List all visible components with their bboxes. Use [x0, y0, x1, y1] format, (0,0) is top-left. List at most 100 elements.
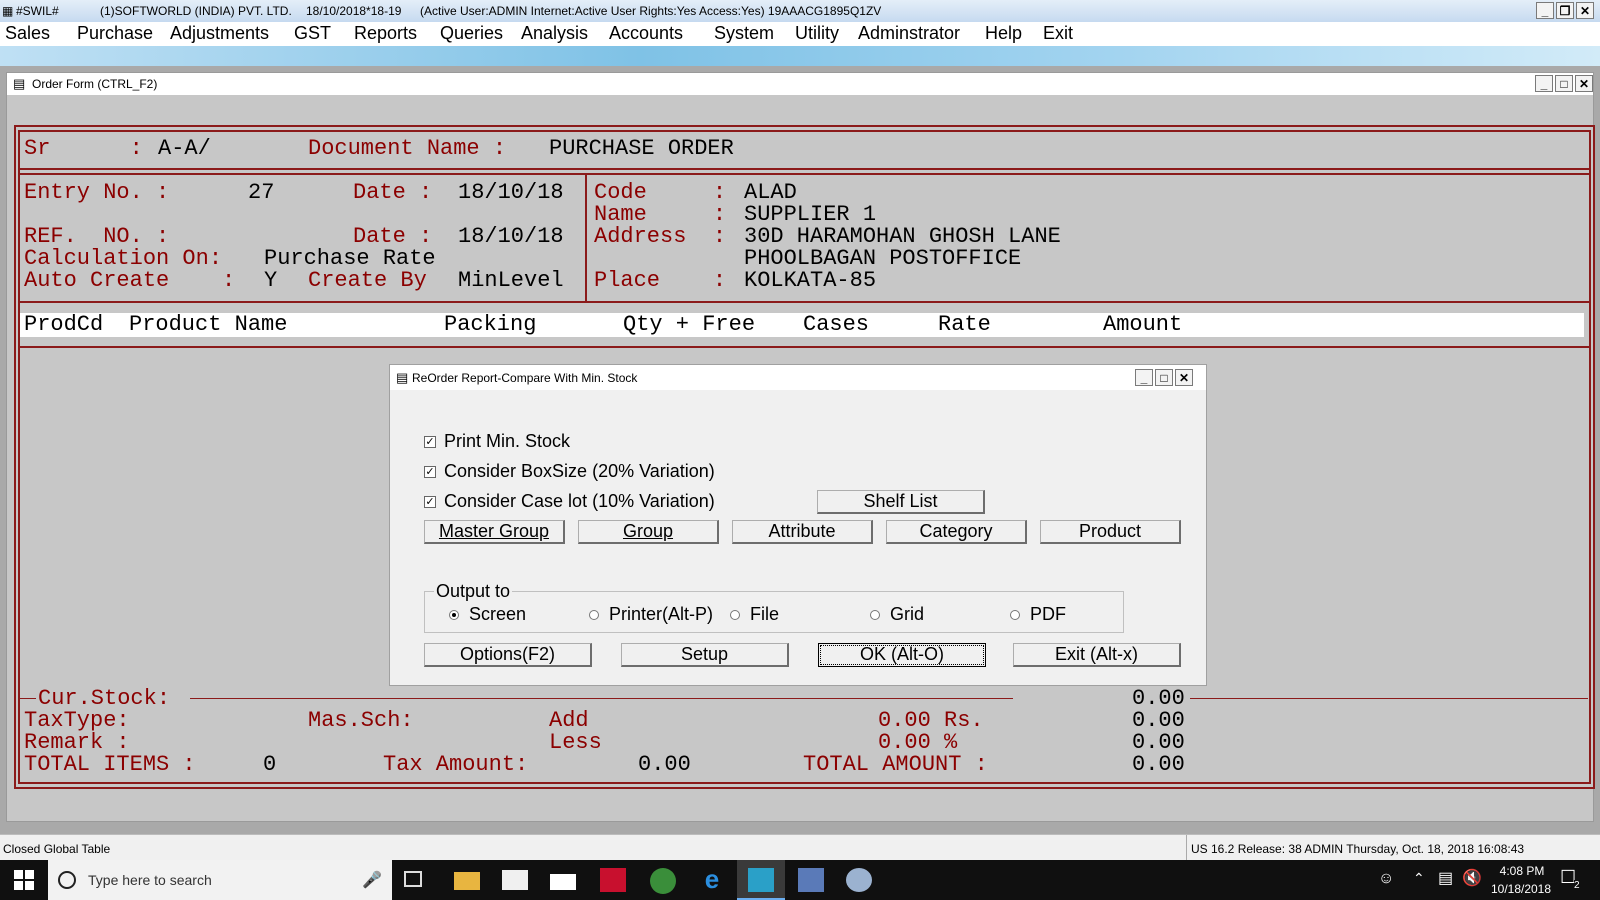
date-label: Date :	[353, 180, 433, 205]
address-label: Address :	[594, 224, 727, 249]
total-amount-label: TOTAL AMOUNT :	[803, 752, 988, 777]
menu-accounts[interactable]: Accounts	[609, 23, 683, 44]
calculation-on-label: Calculation On:	[24, 246, 223, 271]
task-view-icon[interactable]	[404, 871, 422, 887]
document-name-label: Document Name :	[308, 136, 507, 161]
create-by-value[interactable]: MinLevel	[458, 270, 564, 292]
ref-date-value[interactable]: 18/10/18	[458, 226, 564, 248]
chrome-icon[interactable]	[650, 868, 676, 894]
status-left: Closed Global Table	[3, 842, 111, 856]
category-button[interactable]: Category	[886, 520, 1027, 544]
product-button[interactable]: Product	[1040, 520, 1181, 544]
group-button[interactable]: Group	[578, 520, 719, 544]
output-file-radio[interactable]	[730, 610, 740, 620]
remote-desktop-icon[interactable]	[798, 868, 824, 892]
edge-icon[interactable]: e	[699, 866, 725, 892]
consider-caselot-checkbox[interactable]: ✓	[424, 496, 436, 508]
network-icon[interactable]: ▤	[1438, 868, 1453, 888]
volume-muted-icon[interactable]: 🔇	[1462, 868, 1482, 888]
menu-utility[interactable]: Utility	[795, 23, 839, 44]
mail-icon[interactable]	[550, 874, 576, 890]
fiscal-date: 18/10/2018*18-19	[306, 4, 402, 18]
microphone-icon[interactable]: 🎤	[362, 870, 382, 890]
divider	[190, 698, 1013, 699]
calculation-on-value[interactable]: Purchase Rate	[264, 248, 436, 270]
name-value: SUPPLIER 1	[744, 202, 877, 227]
company-name: (1)SOFTWORLD (INDIA) PVT. LTD.	[100, 4, 292, 18]
filezilla-icon[interactable]	[600, 868, 626, 892]
total-items-label: TOTAL ITEMS :	[24, 752, 196, 777]
menu-adminstrator[interactable]: Adminstrator	[858, 23, 960, 44]
add-value: 0.00 Rs.	[878, 708, 984, 733]
sr-value[interactable]: A-A/	[158, 138, 211, 160]
tax-amount-label: Tax Amount:	[383, 752, 529, 777]
document-name-value: PURCHASE ORDER	[549, 136, 734, 161]
file-explorer-icon[interactable]	[454, 872, 480, 890]
dialog-minimize-icon[interactable]: _	[1135, 369, 1153, 386]
paint-icon[interactable]	[846, 868, 872, 892]
swil-app-icon[interactable]	[748, 868, 774, 892]
total-amount-value: 0.00	[1132, 752, 1185, 777]
shelf-list-button[interactable]: Shelf List	[817, 490, 985, 514]
taskbar-search[interactable]: Type here to search 🎤	[48, 860, 392, 900]
search-placeholder: Type here to search	[88, 872, 212, 888]
clock-time[interactable]: 4:08 PM	[1492, 864, 1552, 878]
menu-reports[interactable]: Reports	[354, 23, 417, 44]
setup-button[interactable]: Setup	[621, 643, 789, 667]
menu-adjustments[interactable]: Adjustments	[170, 23, 269, 44]
menu-sales[interactable]: Sales	[5, 23, 50, 44]
consider-boxsize-checkbox[interactable]: ✓	[424, 466, 436, 478]
windows-start-icon[interactable]	[14, 870, 34, 890]
less-value: 0.00 %	[878, 730, 958, 755]
options-button[interactable]: Options(F2)	[424, 643, 592, 667]
child-close-icon[interactable]: ✕	[1575, 75, 1593, 92]
border	[18, 346, 1590, 348]
menu-help[interactable]: Help	[985, 23, 1022, 44]
store-icon[interactable]	[502, 870, 528, 890]
child-minimize-icon[interactable]: _	[1535, 75, 1553, 92]
output-printer-label: Printer(Alt-P)	[609, 604, 714, 624]
place-value: KOLKATA-85	[744, 268, 877, 293]
total-items-value: 0	[263, 752, 277, 777]
remark-label: Remark :	[24, 730, 130, 755]
menu-system[interactable]: System	[714, 23, 774, 44]
dialog-close-icon[interactable]: ✕	[1175, 369, 1193, 386]
exit-button[interactable]: Exit (Alt-x)	[1013, 643, 1181, 667]
clock-date[interactable]: 10/18/2018	[1486, 882, 1556, 896]
output-printer-radio[interactable]	[589, 610, 599, 620]
code-value[interactable]: ALAD	[744, 182, 797, 204]
master-group-button[interactable]: Master Group	[424, 520, 565, 544]
print-min-stock-label: Print Min. Stock	[444, 431, 571, 451]
people-icon[interactable]: ☺	[1378, 870, 1394, 888]
output-screen-label: Screen	[469, 604, 527, 624]
chevron-up-icon[interactable]: ⌃	[1413, 870, 1425, 887]
menu-gst[interactable]: GST	[294, 23, 331, 44]
attribute-button[interactable]: Attribute	[732, 520, 873, 544]
border	[18, 168, 1590, 170]
menu-analysis[interactable]: Analysis	[521, 23, 588, 44]
tax-amount-value: 0.00	[638, 752, 691, 777]
date-value[interactable]: 18/10/18	[458, 182, 564, 204]
dialog-maximize-icon[interactable]: □	[1155, 369, 1173, 386]
border	[18, 173, 1590, 175]
output-pdf-label: PDF	[1030, 604, 1066, 624]
menu-purchase[interactable]: Purchase	[77, 23, 153, 44]
ok-button[interactable]: OK (Alt-O)	[818, 643, 986, 667]
consider-caselot-label: Consider Case lot (10% Variation)	[444, 491, 715, 511]
output-pdf-radio[interactable]	[1010, 610, 1020, 620]
border	[18, 782, 1590, 784]
print-min-stock-checkbox[interactable]: ✓	[424, 436, 436, 448]
child-maximize-icon[interactable]: □	[1555, 75, 1573, 92]
menu-exit[interactable]: Exit	[1043, 23, 1073, 44]
menu-queries[interactable]: Queries	[440, 23, 503, 44]
minimize-icon[interactable]: _	[1536, 2, 1554, 19]
banner-strip	[0, 46, 1600, 66]
entry-no-value[interactable]: 27	[248, 182, 274, 204]
close-icon[interactable]: ✕	[1576, 2, 1594, 19]
auto-create-value[interactable]: Y	[264, 270, 277, 292]
restore-icon[interactable]: ❐	[1556, 2, 1574, 19]
output-screen-radio[interactable]	[449, 610, 459, 620]
place-label: Place :	[594, 268, 727, 293]
status-bar: Closed Global Table US 16.2 Release: 38 …	[0, 834, 1600, 861]
output-grid-radio[interactable]	[870, 610, 880, 620]
